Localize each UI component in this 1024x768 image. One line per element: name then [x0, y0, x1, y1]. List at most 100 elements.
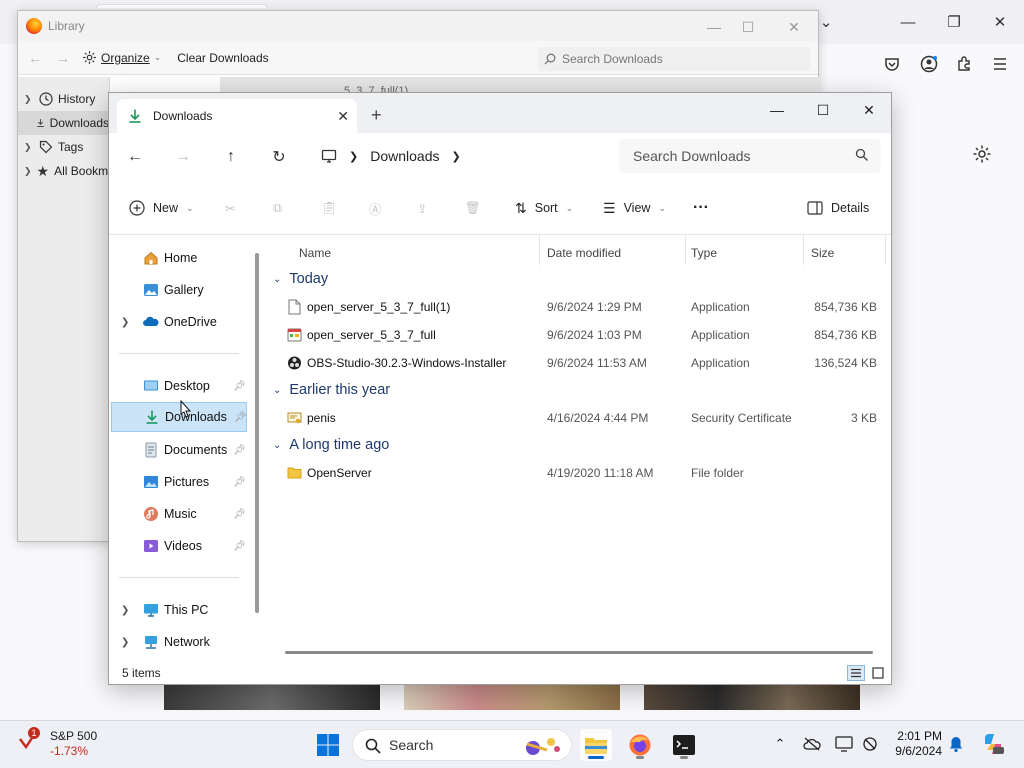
- chevron-right-icon[interactable]: ❯: [121, 317, 129, 328]
- back-icon[interactable]: ←: [26, 50, 44, 66]
- file-row[interactable]: OpenServer 4/19/2020 11:18 AM File folde…: [283, 459, 883, 487]
- account-icon[interactable]: [917, 52, 941, 76]
- close-tab-icon[interactable]: ✕: [337, 108, 349, 125]
- group-header-today[interactable]: ⌄ Today: [273, 267, 328, 291]
- navigation-scrollbar[interactable]: [255, 253, 259, 613]
- gear-icon[interactable]: [972, 144, 994, 166]
- large-icons-view-icon[interactable]: [869, 665, 887, 681]
- terminal-taskbar-icon[interactable]: [668, 729, 700, 761]
- new-tab-icon[interactable]: +: [371, 105, 382, 126]
- address-box[interactable]: ❯ Downloads ❯: [309, 139, 609, 173]
- more-options-icon[interactable]: ···: [693, 195, 709, 221]
- delete-icon[interactable]: 🗑︎: [465, 195, 481, 221]
- library-item-tags[interactable]: ❯ Tags: [18, 135, 109, 159]
- stock-widget[interactable]: 1 S&P 500 -1.73%: [18, 727, 97, 759]
- up-icon[interactable]: ↑: [219, 145, 243, 169]
- firefox-taskbar-icon[interactable]: [624, 729, 656, 761]
- file-row[interactable]: open_server_5_3_7_full 9/6/2024 1:03 PM …: [283, 321, 883, 349]
- nav-item-this-pc[interactable]: ❯ This PC: [111, 595, 247, 625]
- forward-icon[interactable]: →: [171, 145, 195, 169]
- start-button[interactable]: [312, 729, 344, 761]
- column-divider[interactable]: [539, 235, 540, 265]
- column-divider[interactable]: [685, 235, 686, 265]
- cut-icon[interactable]: ✂: [225, 195, 235, 221]
- chevron-down-icon[interactable]: ⌄: [273, 274, 281, 285]
- breadcrumb[interactable]: Downloads: [370, 148, 439, 164]
- file-row[interactable]: penis 4/16/2024 4:44 PM Security Certifi…: [283, 404, 883, 432]
- pocket-icon[interactable]: [880, 52, 904, 76]
- library-item-all-bookmarks[interactable]: ❯ ★ All Bookmarks: [18, 159, 109, 183]
- nav-item-desktop[interactable]: Desktop 📌︎: [111, 371, 247, 401]
- thumbnail-image[interactable]: [164, 684, 380, 710]
- thumbnail-image[interactable]: [404, 684, 620, 710]
- organize-button[interactable]: Organize ⌄: [82, 50, 161, 65]
- search-input[interactable]: Search Downloads: [619, 139, 881, 173]
- column-header-name[interactable]: Name: [299, 241, 331, 265]
- maximize-icon[interactable]: ☐: [738, 17, 758, 37]
- column-header-date[interactable]: Date modified: [547, 241, 621, 265]
- column-header-size[interactable]: Size: [811, 241, 834, 265]
- chevron-right-icon[interactable]: ❯: [349, 150, 358, 163]
- group-header-long-time-ago[interactable]: ⌄ A long time ago: [273, 433, 389, 457]
- file-explorer-taskbar-icon[interactable]: [580, 729, 612, 761]
- back-icon[interactable]: ←: [123, 145, 147, 169]
- nav-item-documents[interactable]: Documents 📌︎: [111, 435, 247, 465]
- share-icon[interactable]: ⇪: [417, 195, 427, 221]
- close-icon[interactable]: ✕: [855, 99, 883, 121]
- library-search-input[interactable]: Search Downloads: [538, 47, 810, 71]
- notification-bell-icon[interactable]: [946, 733, 966, 755]
- chevron-right-icon[interactable]: ❯: [451, 150, 460, 163]
- nav-item-music[interactable]: Music 📌︎: [111, 499, 247, 529]
- onedrive-tray-icon[interactable]: [802, 733, 822, 755]
- nav-item-network[interactable]: ❯ Network: [111, 627, 247, 657]
- refresh-icon[interactable]: ↻: [267, 145, 291, 169]
- copy-icon[interactable]: ⧉: [273, 195, 282, 221]
- nav-item-pictures[interactable]: Pictures 📌︎: [111, 467, 247, 497]
- rename-icon[interactable]: Ⓐ: [369, 195, 382, 221]
- display-tray-icon[interactable]: [834, 733, 854, 755]
- extensions-icon[interactable]: [952, 52, 976, 76]
- library-item-history[interactable]: ❯ History: [18, 87, 109, 111]
- view-button[interactable]: ☰ View ⌄: [603, 195, 666, 221]
- column-header-type[interactable]: Type: [691, 241, 717, 265]
- network-status-icon[interactable]: [860, 733, 880, 755]
- thumbnail-image[interactable]: [644, 684, 860, 710]
- chevron-down-icon[interactable]: ⌄: [273, 385, 281, 396]
- group-header-earlier-this-year[interactable]: ⌄ Earlier this year: [273, 378, 390, 402]
- nav-item-videos[interactable]: Videos 📌︎: [111, 531, 247, 561]
- details-view-icon[interactable]: [847, 665, 865, 681]
- new-button[interactable]: New ⌄: [129, 195, 194, 221]
- column-divider[interactable]: [803, 235, 804, 265]
- horizontal-scrollbar[interactable]: [285, 651, 873, 654]
- restore-icon[interactable]: ❐: [942, 10, 966, 34]
- file-row[interactable]: open_server_5_3_7_full(1) 9/6/2024 1:29 …: [283, 293, 883, 321]
- minimize-icon[interactable]: —: [704, 17, 724, 37]
- minimize-icon[interactable]: —: [763, 99, 791, 121]
- explorer-tab-downloads[interactable]: Downloads ✕: [117, 99, 357, 133]
- copilot-icon[interactable]: [980, 733, 1006, 755]
- maximize-icon[interactable]: ☐: [809, 99, 837, 121]
- nav-item-onedrive[interactable]: ❯ OneDrive: [111, 307, 247, 337]
- nav-item-home[interactable]: Home: [111, 243, 247, 273]
- menu-icon[interactable]: [988, 52, 1012, 76]
- column-divider[interactable]: [885, 235, 886, 265]
- nav-item-gallery[interactable]: Gallery: [111, 275, 247, 305]
- explorer-window: Downloads ✕ + — ☐ ✕ ← → ↑ ↻ ❯ Downloads …: [108, 92, 892, 685]
- chevron-down-icon[interactable]: ⌄: [273, 440, 281, 451]
- clear-downloads-button[interactable]: Clear Downloads: [177, 51, 268, 65]
- chevron-up-icon[interactable]: ⌃: [770, 733, 790, 755]
- file-row[interactable]: OBS-Studio-30.2.3-Windows-Installer 9/6/…: [283, 349, 883, 377]
- details-button[interactable]: Details: [807, 195, 869, 221]
- sort-button[interactable]: ⇅ Sort ⌄: [515, 195, 573, 221]
- minimize-icon[interactable]: —: [896, 10, 920, 34]
- chevron-right-icon[interactable]: ❯: [121, 605, 129, 616]
- close-icon[interactable]: ✕: [784, 17, 804, 37]
- close-icon[interactable]: ✕: [988, 10, 1012, 34]
- chevron-right-icon[interactable]: ❯: [121, 637, 129, 648]
- paste-icon[interactable]: 📋︎: [321, 195, 337, 221]
- firefox-tab[interactable]: [96, 4, 268, 8]
- forward-icon[interactable]: →: [54, 50, 72, 66]
- library-item-downloads[interactable]: Downloads: [18, 111, 109, 135]
- taskbar-search[interactable]: Search: [352, 729, 572, 761]
- system-clock[interactable]: 2:01 PM 9/6/2024: [884, 729, 942, 759]
